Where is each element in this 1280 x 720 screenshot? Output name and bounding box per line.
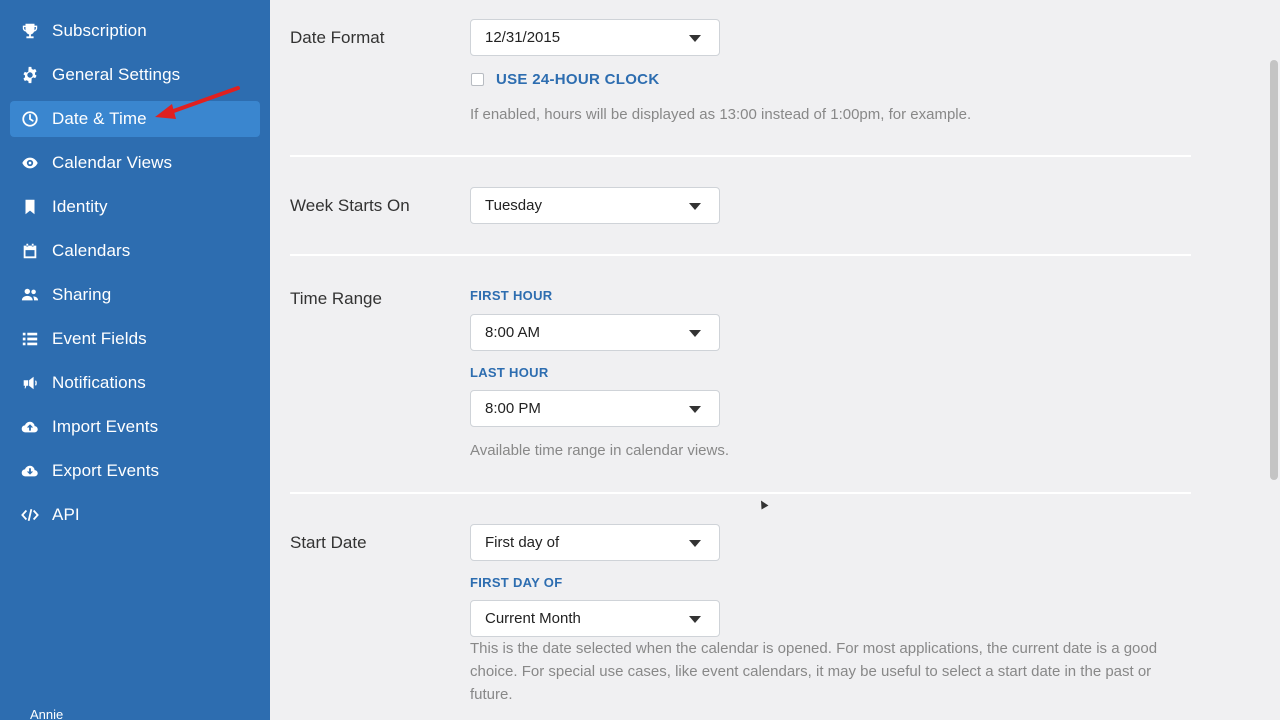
- date-format-label: Date Format: [290, 28, 385, 47]
- chevron-down-icon: [689, 540, 701, 547]
- sidebar-item-label: Subscription: [52, 21, 147, 40]
- sidebar-item-sharing[interactable]: Sharing: [10, 277, 260, 313]
- chevron-down-icon: [689, 35, 701, 42]
- last-hour-value: 8:00 PM: [485, 400, 541, 417]
- sidebar-item-import-events[interactable]: Import Events: [10, 409, 260, 445]
- divider: [290, 492, 1191, 494]
- sidebar-item-label: Calendars: [52, 241, 131, 260]
- divider: [290, 254, 1191, 256]
- cloud-upload-icon: [20, 417, 40, 437]
- sidebar-item-label: API: [52, 505, 80, 524]
- sidebar-item-api[interactable]: API: [10, 497, 260, 533]
- week-starts-on-label: Week Starts On: [290, 196, 410, 215]
- sidebar-item-date-time[interactable]: Date & Time: [10, 101, 260, 137]
- use-24-hour-clock-label[interactable]: USE 24-HOUR CLOCK: [496, 71, 659, 88]
- calendar-icon: [20, 241, 40, 261]
- start-date-help: This is the date selected when the calen…: [470, 640, 1158, 703]
- code-icon: [20, 505, 40, 525]
- sidebar-item-label: Notifications: [52, 373, 146, 392]
- sidebar-item-label: Sharing: [52, 285, 112, 304]
- sidebar-item-label: Event Fields: [52, 329, 147, 348]
- week-starts-on-value: Tuesday: [485, 197, 542, 214]
- sidebar-item-calendars[interactable]: Calendars: [10, 233, 260, 269]
- time-range-label: Time Range: [290, 289, 382, 308]
- sidebar-item-label: Date & Time: [52, 109, 147, 128]
- start-date-value: First day of: [485, 534, 560, 551]
- user-name: Annie: [30, 707, 64, 720]
- first-day-of-value: Current Month: [485, 610, 581, 627]
- date-format-select[interactable]: 12/31/2015: [470, 19, 720, 56]
- last-hour-select[interactable]: 8:00 PM: [470, 390, 720, 427]
- first-day-of-label: FIRST DAY OF: [470, 575, 563, 590]
- chevron-down-icon: [689, 330, 701, 337]
- scrollbar-thumb[interactable]: [1270, 60, 1278, 480]
- sidebar-item-calendar-views[interactable]: Calendar Views: [10, 145, 260, 181]
- sidebar-item-label: Calendar Views: [52, 153, 173, 172]
- start-date-select[interactable]: First day of: [470, 524, 720, 561]
- gear-icon: [20, 65, 40, 85]
- sidebar-item-label: General Settings: [52, 65, 181, 84]
- trophy-icon: [20, 21, 40, 41]
- first-day-of-select[interactable]: Current Month: [470, 600, 720, 637]
- sidebar-item-label: Identity: [52, 197, 108, 216]
- time-range-help: Available time range in calendar views.: [470, 442, 730, 459]
- sidebar: Subscription General Settings Date & Tim…: [0, 0, 270, 720]
- first-hour-select[interactable]: 8:00 AM: [470, 314, 720, 351]
- eye-icon: [20, 153, 40, 173]
- date-format-help: If enabled, hours will be displayed as 1…: [470, 106, 972, 123]
- chevron-down-icon: [689, 616, 701, 623]
- first-hour-label: FIRST HOUR: [470, 288, 553, 303]
- chevron-down-icon: [689, 203, 701, 210]
- start-date-label: Start Date: [290, 533, 367, 552]
- date-format-value: 12/31/2015: [485, 29, 561, 46]
- divider: [290, 155, 1191, 157]
- week-starts-on-select[interactable]: Tuesday: [470, 187, 720, 224]
- sidebar-item-label: Import Events: [52, 417, 159, 436]
- use-24-hour-clock-checkbox[interactable]: [471, 73, 484, 86]
- sidebar-item-event-fields[interactable]: Event Fields: [10, 321, 260, 357]
- users-icon: [20, 285, 40, 305]
- vertical-scrollbar[interactable]: [1268, 0, 1280, 720]
- sidebar-item-identity[interactable]: Identity: [10, 189, 260, 225]
- sidebar-item-notifications[interactable]: Notifications: [10, 365, 260, 401]
- first-hour-value: 8:00 AM: [485, 324, 541, 341]
- settings-content: Date Format 12/31/2015 USE 24-HOUR CLOCK…: [270, 0, 1268, 720]
- sidebar-item-general-settings[interactable]: General Settings: [10, 57, 260, 93]
- bookmark-icon: [20, 197, 40, 217]
- sidebar-item-export-events[interactable]: Export Events: [10, 453, 260, 489]
- list-icon: [20, 329, 40, 349]
- last-hour-label: LAST HOUR: [470, 365, 549, 380]
- sidebar-item-subscription[interactable]: Subscription: [10, 13, 260, 49]
- sidebar-item-label: Export Events: [52, 461, 160, 480]
- cloud-download-icon: [20, 461, 40, 481]
- chevron-down-icon: [689, 406, 701, 413]
- bullhorn-icon: [20, 373, 40, 393]
- clock-icon: [20, 109, 40, 129]
